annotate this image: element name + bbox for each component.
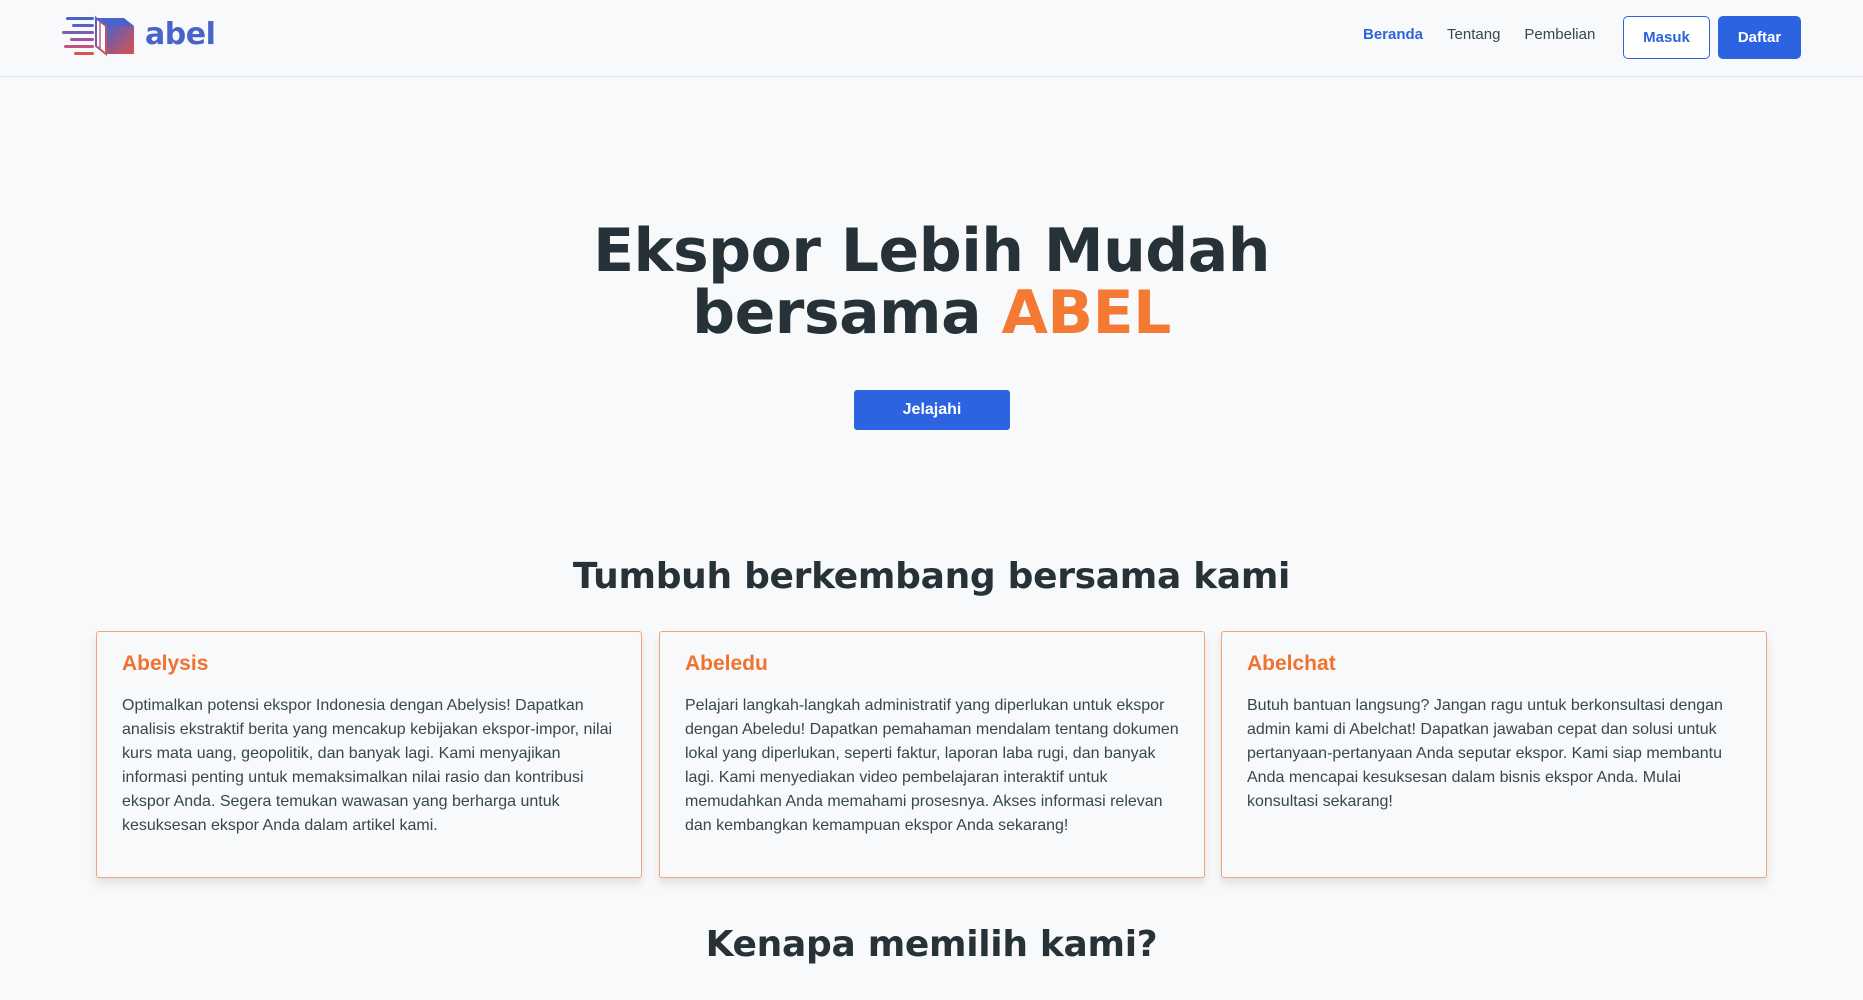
brand-name: abel bbox=[145, 17, 216, 52]
register-button[interactable]: Daftar bbox=[1718, 16, 1801, 59]
feature-card-abeledu[interactable]: Abeledu Pelajari langkah-langkah adminis… bbox=[659, 631, 1205, 878]
hero-title-line1: Ekspor Lebih Mudah bbox=[593, 216, 1270, 286]
hero-title: Ekspor Lebih Mudah bersama ABEL bbox=[0, 220, 1863, 344]
main-nav: Beranda Tentang Pembelian bbox=[1363, 26, 1619, 43]
abel-logo-box-icon bbox=[62, 15, 134, 57]
nav-link-beranda[interactable]: Beranda bbox=[1363, 26, 1423, 43]
feature-card-body: Optimalkan potensi ekspor Indonesia deng… bbox=[122, 697, 613, 834]
why-heading: Kenapa memilih kami? bbox=[705, 924, 1158, 965]
brand-logo[interactable]: abel bbox=[62, 14, 222, 62]
features-heading: Tumbuh berkembang bersama kami bbox=[572, 556, 1291, 597]
hero-title-line2-prefix: bersama bbox=[692, 278, 1002, 348]
feature-card-abelysis[interactable]: Abelysis Optimalkan potensi ekspor Indon… bbox=[96, 631, 642, 878]
login-button[interactable]: Masuk bbox=[1623, 16, 1710, 59]
feature-card-body: Butuh bantuan langsung? Jangan ragu untu… bbox=[1247, 697, 1723, 810]
feature-card-title: Abelysis bbox=[122, 652, 209, 675]
hero-title-accent: ABEL bbox=[1001, 278, 1171, 348]
nav-link-pembelian[interactable]: Pembelian bbox=[1524, 26, 1595, 43]
feature-card-title: Abelchat bbox=[1247, 652, 1336, 675]
feature-card-body: Pelajari langkah-langkah administratif y… bbox=[685, 697, 1179, 834]
nav-link-tentang[interactable]: Tentang bbox=[1447, 26, 1500, 43]
feature-card-title: Abeledu bbox=[685, 652, 768, 675]
explore-button[interactable]: Jelajahi bbox=[854, 390, 1010, 430]
feature-card-abelchat[interactable]: Abelchat Butuh bantuan langsung? Jangan … bbox=[1221, 631, 1767, 878]
navbar: abel Beranda Tentang Pembelian Masuk Daf… bbox=[0, 0, 1863, 77]
